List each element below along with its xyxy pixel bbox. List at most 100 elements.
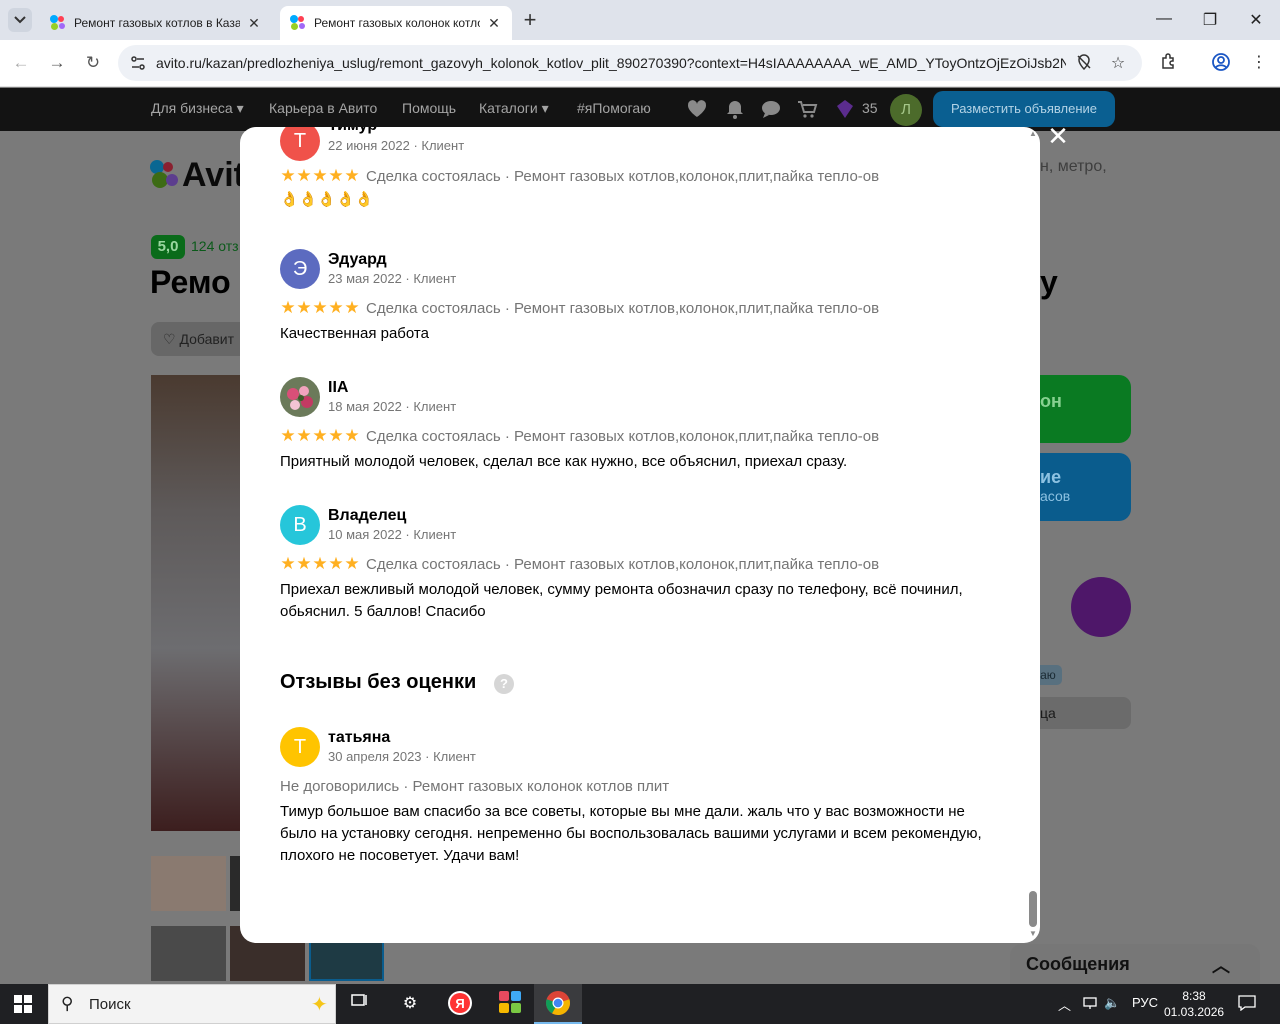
avatar — [280, 377, 320, 417]
review-text: Тимур большое вам спасибо за все советы,… — [280, 803, 982, 864]
chat-icon[interactable] — [760, 98, 782, 120]
review-text: Приятный молодой человек, сделал все как… — [280, 453, 848, 470]
messages-label: Сообщения — [1026, 954, 1130, 974]
tab-title: Ремонт газовых котлов в Казани — [74, 16, 240, 30]
review-meta: 22 июня 2022 · Клиент — [328, 138, 465, 153]
back-icon[interactable]: ← — [10, 52, 32, 74]
minimize-icon[interactable]: — — [1154, 10, 1174, 28]
taskbar-search-placeholder: Поиск — [89, 996, 131, 1013]
reload-icon[interactable]: ↻ — [82, 52, 104, 74]
avatar: Э — [280, 249, 320, 289]
deal-status: Сделка состоялась · Ремонт газовых котло… — [366, 427, 880, 445]
bonus-ticket-icon[interactable] — [834, 98, 856, 120]
scroll-down-icon[interactable]: ▼ — [1026, 929, 1040, 938]
windows-start-icon[interactable] — [14, 995, 32, 1013]
bookmark-star-icon[interactable]: ☆ — [1108, 53, 1128, 73]
chrome-icon[interactable] — [544, 990, 572, 1018]
volume-icon[interactable]: 🔈 — [1104, 995, 1120, 1011]
rating-stars: ★ ★ ★ ★ ★ — [280, 166, 360, 185]
post-ad-button[interactable]: Разместить объявление — [933, 91, 1115, 127]
bonus-count: 35 — [862, 100, 878, 116]
deal-status: Сделка состоялась · Ремонт газовых котло… — [366, 299, 880, 317]
add-to-favorites-button[interactable]: ♡ Добавит — [151, 322, 251, 356]
nav-career[interactable]: Карьера в Авито — [269, 100, 377, 116]
photo-thumbnail[interactable] — [151, 856, 226, 911]
seller-avatar[interactable] — [1071, 577, 1131, 637]
photo-thumbnail[interactable] — [230, 856, 240, 911]
tray-expand-icon[interactable]: ︿ — [1058, 995, 1071, 1014]
write-message-label: ие — [1040, 467, 1062, 487]
url-text[interactable]: avito.ru/kazan/predlozheniya_uslug/remon… — [156, 55, 1066, 71]
chevron-down-icon — [14, 16, 26, 24]
avito-top-nav: Для бизнеса ▾ Карьера в Авито Помощь Кат… — [0, 88, 1280, 131]
clock-time: 8:38 — [1182, 989, 1206, 1003]
search-hint-text: н, метро, — [1040, 158, 1107, 175]
close-tab-icon[interactable]: ✕ — [486, 15, 502, 32]
close-modal-icon[interactable]: ✕ — [1046, 123, 1070, 149]
reviewer-name[interactable]: Тимур — [328, 127, 377, 135]
reviews-modal: Т Тимур 22 июня 2022 · Клиент ★★★★★ Сдел… — [240, 127, 1040, 943]
yandex-browser-icon[interactable]: Я — [446, 990, 474, 1018]
close-tab-icon[interactable]: ✕ — [246, 15, 262, 32]
avatar: В — [280, 505, 320, 545]
close-window-icon[interactable]: ✕ — [1246, 10, 1266, 30]
site-settings-icon[interactable] — [130, 55, 146, 71]
system-clock[interactable]: 8:38 01.03.2026 — [1164, 988, 1224, 1020]
svg-text:Я: Я — [455, 996, 464, 1011]
network-icon[interactable] — [1082, 995, 1098, 1014]
page-title: Ремо — [150, 264, 231, 300]
address-bar[interactable]: avito.ru/kazan/predlozheniya_uslug/remon… — [118, 45, 1142, 81]
review-meta: 30 апреля 2023 · Клиент — [328, 749, 476, 764]
media-app-icon[interactable] — [496, 990, 524, 1018]
seller-link[interactable]: ца — [1030, 697, 1131, 729]
photo-thumbnail[interactable] — [151, 926, 226, 981]
browser-tab[interactable]: Ремонт газовых котлов в Казани ✕ — [40, 6, 272, 40]
review-deal-row: ★ ★ ★ ★ ★ Сделка состоялась · Ремонт газовых… — [280, 427, 879, 445]
restore-icon[interactable]: ❐ — [1200, 10, 1220, 30]
nav-catalogs[interactable]: Каталоги ▾ — [479, 100, 549, 117]
reviewer-name[interactable]: Владелец — [328, 507, 406, 525]
nav-help[interactable]: Помощь — [402, 100, 456, 116]
input-language[interactable]: РУС — [1132, 995, 1158, 1010]
address-toolbar: ← → ↻ avito.ru/kazan/predlozheniya_uslug… — [0, 40, 1280, 87]
modal-scrollbar[interactable]: ▲ ▼ — [1026, 127, 1040, 943]
reviews-count-link[interactable]: 124 отз — [191, 238, 239, 254]
bell-icon[interactable] — [724, 98, 746, 120]
reviewer-name[interactable]: татьяна — [328, 729, 390, 747]
browser-tab-active[interactable]: Ремонт газовых колонок котлов ✕ — [280, 6, 512, 40]
reviewer-name[interactable]: IIA — [328, 379, 348, 397]
nav-for-business[interactable]: Для бизнеса ▾ — [151, 100, 244, 117]
task-view-icon[interactable] — [346, 990, 374, 1018]
avito-logo-text: Avit — [182, 156, 245, 194]
scroll-up-icon[interactable]: ▲ — [1026, 129, 1040, 138]
sparkle-icon: ✦ — [311, 994, 328, 1016]
flowers-avatar-image — [280, 377, 320, 417]
avatar: Т — [280, 127, 320, 161]
nav-i-help[interactable]: #яПомогаю — [577, 100, 651, 116]
review-meta: 18 мая 2022 · Клиент — [328, 399, 457, 414]
listing-main-photo[interactable] — [151, 375, 251, 831]
review-text: 👌👌👌👌👌 — [280, 191, 374, 208]
notifications-icon[interactable] — [1238, 995, 1256, 1014]
browser-menu-icon[interactable]: ⋮ — [1248, 52, 1270, 74]
cart-icon[interactable] — [796, 98, 818, 120]
tracking-blocked-icon[interactable] — [1074, 53, 1094, 73]
new-tab-button[interactable]: + — [518, 9, 542, 31]
heart-icon[interactable] — [686, 98, 708, 120]
extensions-icon[interactable] — [1158, 52, 1180, 74]
avatar: Т — [280, 727, 320, 767]
search-icon: ⚲ — [61, 994, 74, 1013]
tab-search-button[interactable] — [8, 8, 32, 32]
taskbar-search-box[interactable]: ⚲ Поиск ✦ — [48, 984, 336, 1024]
help-icon[interactable]: ? — [494, 674, 514, 694]
user-avatar[interactable]: Л — [890, 94, 922, 126]
reviewer-name[interactable]: Эдуард — [328, 251, 387, 269]
profile-icon[interactable] — [1210, 52, 1232, 74]
forward-icon[interactable]: → — [46, 52, 68, 74]
rating-stars: ★ ★ ★ ★ ★ — [280, 554, 360, 573]
settings-gear-icon[interactable]: ⚙ — [396, 990, 424, 1018]
clock-date: 01.03.2026 — [1164, 1005, 1225, 1019]
chevron-up-icon[interactable]: ︿ — [1212, 952, 1230, 978]
messages-panel[interactable]: Сообщения ︿ — [1010, 944, 1260, 984]
scrollbar-thumb[interactable] — [1029, 891, 1037, 927]
